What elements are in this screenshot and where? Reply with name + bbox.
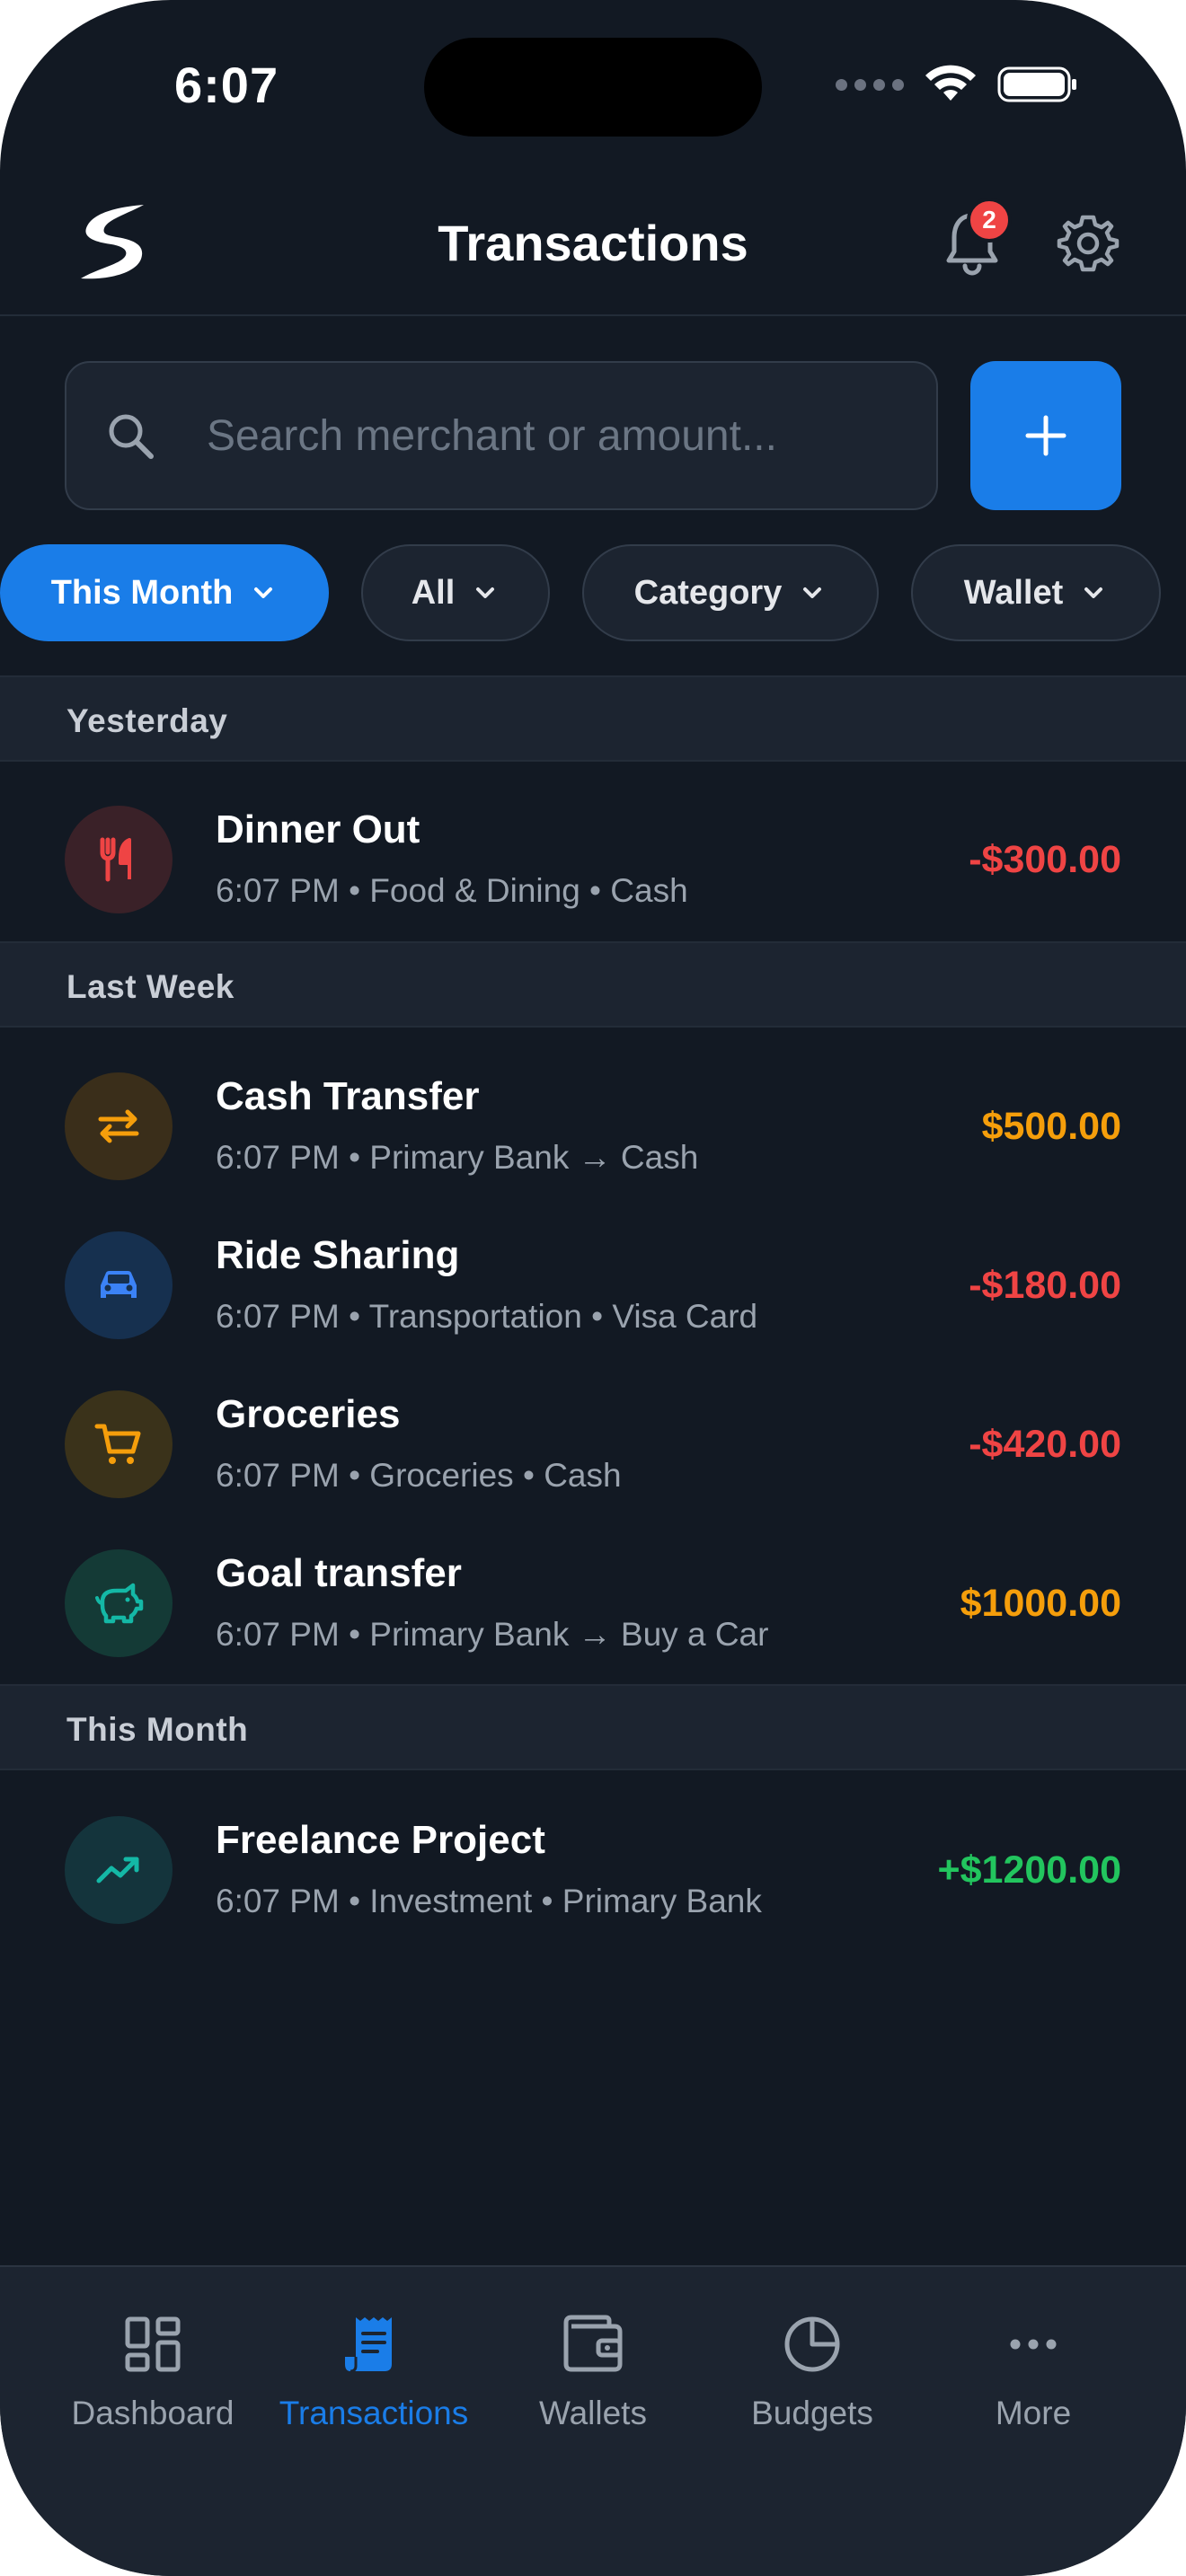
shopping-cart-icon (65, 1390, 173, 1498)
receipt-icon (345, 2317, 392, 2373)
transaction-meta: 6:07 PM • Transportation • Visa Card (216, 1298, 758, 1335)
search-input[interactable] (207, 363, 907, 508)
transaction-meta: 6:07 PM • Investment • Primary Bank (216, 1883, 762, 1919)
chevron-down-icon (476, 587, 495, 598)
plus-icon (1025, 415, 1067, 456)
bottom-nav: Dashboard Transactions Wallets Budgets M… (0, 2265, 1186, 2576)
transaction-name: Dinner Out (216, 807, 420, 851)
nav-label: More (995, 2395, 1072, 2431)
more-dots-icon (1010, 2339, 1057, 2350)
section-title: Yesterday (66, 702, 228, 739)
transaction-name: Cash Transfer (216, 1074, 480, 1118)
filter-all[interactable]: All (361, 544, 550, 641)
section-header: Yesterday (0, 675, 1186, 762)
filter-wallet[interactable]: Wallet (911, 544, 1161, 641)
filter-label: All (411, 573, 456, 612)
battery-icon (997, 66, 1076, 102)
transaction-amount: $500.00 (981, 1105, 1121, 1148)
chevron-down-icon (254, 587, 273, 598)
cellular-signal-icon (836, 78, 904, 91)
transaction-row[interactable]: Ride Sharing 6:07 PM • Transportation • … (0, 1204, 1186, 1364)
transaction-meta: 6:07 PM • Primary Bank → Cash (216, 1139, 699, 1176)
filter-category[interactable]: Category (582, 544, 879, 641)
search-icon (109, 414, 154, 459)
transaction-amount: -$300.00 (969, 838, 1121, 881)
transaction-amount: -$420.00 (969, 1423, 1121, 1466)
nav-label: Dashboard (71, 2395, 235, 2431)
transaction-meta: 6:07 PM • Food & Dining • Cash (216, 872, 688, 909)
filter-label: Category (633, 573, 783, 612)
app-header: Transactions 2 (0, 171, 1186, 316)
section-header: This Month (0, 1684, 1186, 1770)
filter-this-month[interactable]: This Month (0, 544, 329, 641)
filter-label: This Month (50, 573, 234, 612)
status-icons (836, 65, 1078, 104)
app-screen: 6:07 Transactions 2 Search merchant or a… (0, 0, 1186, 2576)
nav-more[interactable]: More (925, 2314, 1141, 2432)
trending-up-icon (65, 1816, 173, 1924)
notification-badge: 2 (967, 198, 1012, 243)
fork-knife-icon (65, 806, 173, 913)
search-bar[interactable] (65, 361, 938, 510)
transaction-name: Freelance Project (216, 1818, 545, 1862)
nav-label: Wallets (539, 2395, 647, 2431)
dynamic-island (424, 38, 762, 137)
nav-dashboard[interactable]: Dashboard (45, 2314, 261, 2432)
transaction-row[interactable]: Goal transfer 6:07 PM • Primary Bank → B… (0, 1522, 1186, 1682)
chevron-down-icon (803, 587, 822, 598)
piggy-bank-icon (65, 1549, 173, 1657)
chevron-down-icon (1084, 587, 1103, 598)
wallet-icon (563, 2315, 623, 2372)
section-title: Last Week (66, 968, 235, 1005)
transfer-arrows-icon (65, 1072, 173, 1180)
transaction-meta: 6:07 PM • Primary Bank → Buy a Car (216, 1616, 769, 1653)
filter-label: Wallet (963, 573, 1064, 612)
nav-transactions[interactable]: Transactions (266, 2314, 482, 2432)
nav-budgets[interactable]: Budgets (704, 2314, 920, 2432)
car-icon (65, 1231, 173, 1339)
gear-icon[interactable] (1057, 212, 1120, 275)
filter-chips: This Month All Category Wallet (0, 544, 1186, 641)
pie-chart-icon (784, 2316, 840, 2372)
nav-wallets[interactable]: Wallets (485, 2314, 701, 2432)
section-title: This Month (66, 1711, 249, 1748)
transaction-row[interactable]: Groceries 6:07 PM • Groceries • Cash -$4… (0, 1363, 1186, 1523)
transaction-row[interactable]: Dinner Out 6:07 PM • Food & Dining • Cas… (0, 779, 1186, 939)
transaction-row[interactable]: Cash Transfer 6:07 PM • Primary Bank → C… (0, 1045, 1186, 1205)
transaction-name: Ride Sharing (216, 1233, 460, 1277)
transaction-name: Groceries (216, 1392, 401, 1436)
section-header: Last Week (0, 941, 1186, 1028)
transaction-row[interactable]: Freelance Project 6:07 PM • Investment •… (0, 1789, 1186, 1949)
dashboard-icon (125, 2316, 181, 2372)
add-transaction-button[interactable] (970, 361, 1121, 510)
nav-label: Budgets (751, 2395, 873, 2431)
nav-label: Transactions (279, 2395, 469, 2431)
transaction-amount: -$180.00 (969, 1264, 1121, 1307)
transaction-amount: $1000.00 (960, 1582, 1121, 1625)
transaction-meta: 6:07 PM • Groceries • Cash (216, 1457, 622, 1494)
status-time: 6:07 (174, 57, 279, 113)
wifi-icon (925, 65, 976, 101)
transaction-amount: +$1200.00 (937, 1848, 1121, 1892)
transaction-name: Goal transfer (216, 1551, 462, 1595)
